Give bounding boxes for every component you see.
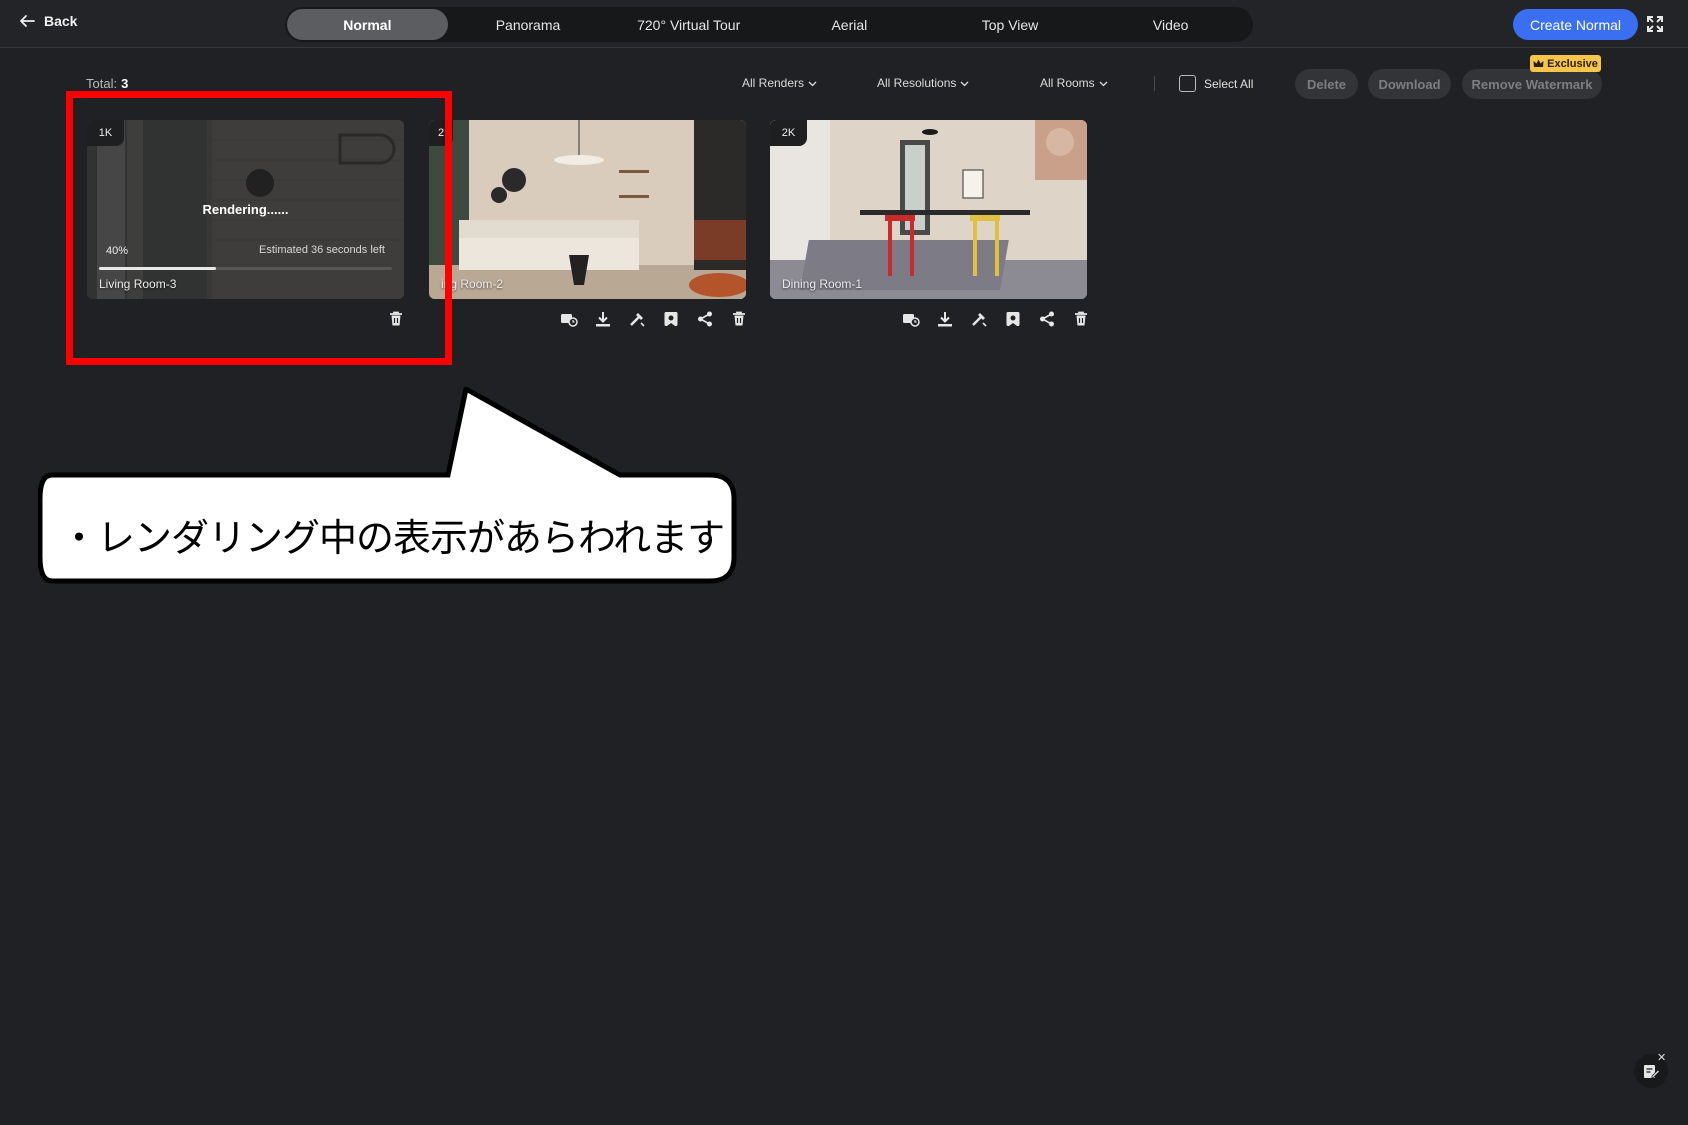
render-again-icon[interactable] [560, 310, 578, 328]
top-bar: Back Normal Panorama 720° Virtual Tour A… [0, 0, 1688, 48]
render-card-dining-room-1[interactable]: 2K Dining Room-1 [770, 120, 1087, 299]
filter-renders-dropdown[interactable]: All Renders [742, 76, 817, 90]
divider [1154, 76, 1155, 91]
tab-aerial[interactable]: Aerial [769, 9, 930, 40]
total-count: Total: 3 [86, 76, 128, 91]
back-button[interactable]: Back [18, 12, 77, 30]
render-card-living-room-2[interactable]: 2 ing Room-2 [429, 120, 746, 299]
render-type-tabs: Normal Panorama 720° Virtual Tour Aerial… [285, 7, 1253, 42]
exclusive-badge: Exclusive [1530, 55, 1601, 72]
filter-rooms-label: All Rooms [1040, 76, 1095, 90]
filter-resolutions-label: All Resolutions [877, 76, 957, 90]
trash-icon[interactable] [1072, 310, 1090, 328]
select-all-label[interactable]: Select All [1204, 77, 1253, 91]
chevron-down-icon [808, 81, 817, 86]
edit-tools-icon[interactable] [628, 310, 646, 328]
render-thumbnail [429, 120, 746, 299]
arrow-left-icon [20, 15, 35, 27]
render-thumbnail [770, 120, 1087, 299]
resolution-badge: 2K [770, 120, 807, 146]
note-edit-icon [1644, 1065, 1660, 1078]
select-all-checkbox[interactable] [1179, 75, 1196, 92]
callout-text: ・レンダリング中の表示があらわれます [60, 516, 725, 560]
tab-top-view[interactable]: Top View [930, 9, 1091, 40]
render-title: Dining Room-1 [782, 277, 863, 291]
render-again-icon[interactable] [902, 310, 920, 328]
total-value: 3 [121, 76, 129, 91]
card-actions [560, 310, 748, 328]
tab-normal[interactable]: Normal [287, 9, 448, 40]
back-label: Back [44, 13, 78, 29]
chevron-down-icon [960, 81, 969, 86]
fullscreen-icon[interactable] [1645, 14, 1665, 34]
edit-tools-icon[interactable] [970, 310, 988, 328]
filter-renders-label: All Renders [742, 76, 805, 90]
exclusive-label: Exclusive [1547, 57, 1598, 70]
download-icon[interactable] [594, 310, 612, 328]
download-icon[interactable] [936, 310, 954, 328]
bookmark-image-icon[interactable] [662, 310, 680, 328]
tab-panorama[interactable]: Panorama [448, 9, 609, 40]
chevron-down-icon [1099, 81, 1108, 86]
bookmark-image-icon[interactable] [1004, 310, 1022, 328]
share-icon[interactable] [1038, 310, 1056, 328]
total-label: Total: [86, 76, 118, 91]
filter-resolutions-dropdown[interactable]: All Resolutions [877, 76, 969, 90]
download-button[interactable]: Download [1368, 69, 1451, 99]
share-icon[interactable] [696, 310, 714, 328]
delete-button[interactable]: Delete [1295, 69, 1358, 99]
trash-icon[interactable] [730, 310, 748, 328]
crown-icon [1533, 59, 1544, 67]
highlight-box [66, 91, 452, 365]
create-normal-button[interactable]: Create Normal [1513, 9, 1638, 40]
tab-video[interactable]: Video [1090, 9, 1251, 40]
card-actions [902, 310, 1090, 328]
tab-virtual-tour[interactable]: 720° Virtual Tour [608, 9, 769, 40]
filter-rooms-dropdown[interactable]: All Rooms [1040, 76, 1108, 90]
remove-watermark-button[interactable]: Remove Watermark [1462, 69, 1602, 99]
close-icon[interactable]: ✕ [1657, 1051, 1666, 1064]
